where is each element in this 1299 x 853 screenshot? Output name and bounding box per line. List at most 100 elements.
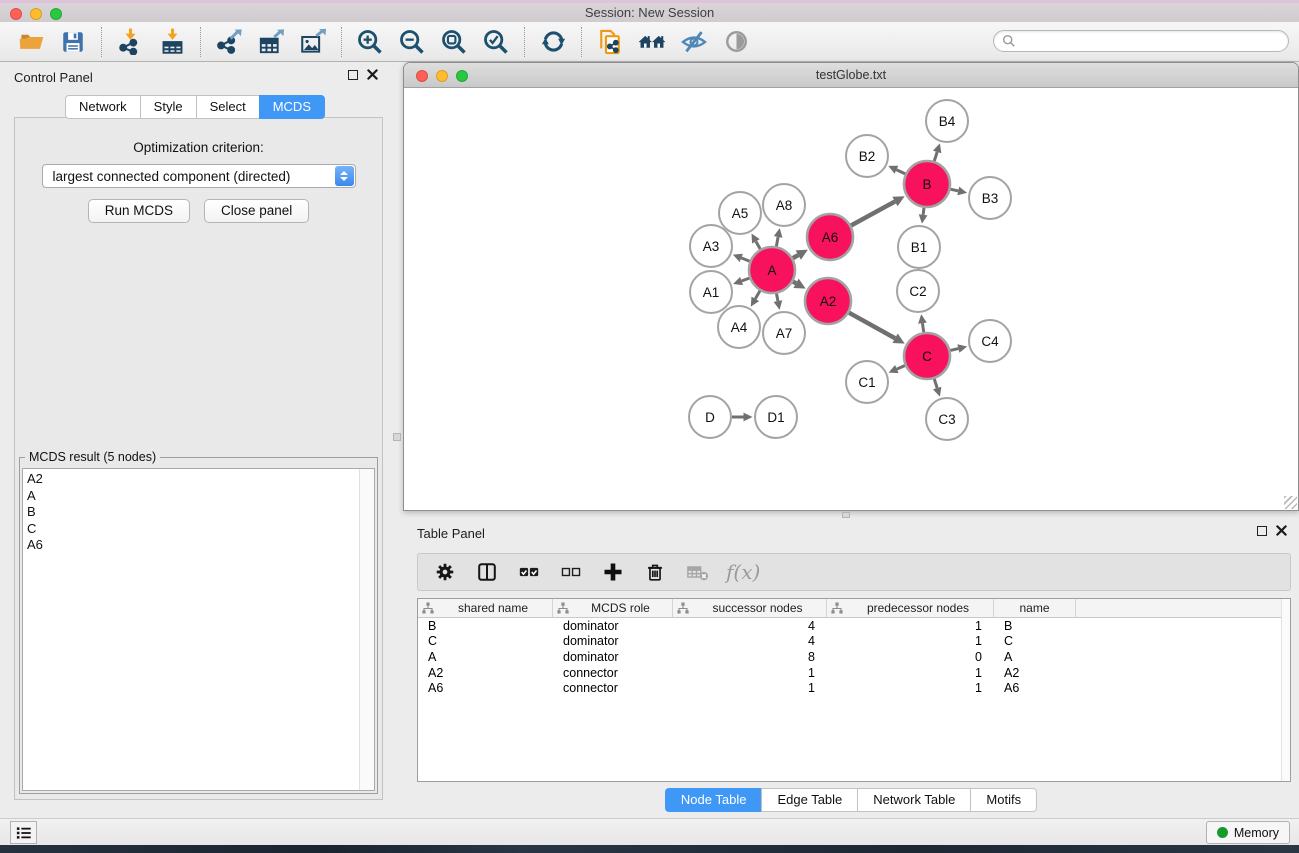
mcds-result-item[interactable]: C [23, 521, 374, 538]
tab-node-table[interactable]: Node Table [665, 788, 762, 812]
table-row[interactable]: Bdominator41B [418, 618, 1290, 634]
network-zoom-button[interactable] [456, 70, 468, 82]
show-column-panel-button[interactable] [474, 559, 500, 585]
refresh-layout-button[interactable] [532, 25, 574, 59]
select-all-button[interactable] [516, 559, 542, 585]
graph-edge[interactable] [897, 366, 905, 370]
network-close-button[interactable] [416, 70, 428, 82]
graph-edge[interactable] [950, 189, 958, 191]
mcds-list-scrollbar[interactable] [359, 469, 374, 790]
clone-network-button[interactable] [589, 25, 631, 59]
mcds-result-item[interactable]: A6 [23, 537, 374, 554]
close-panel-button[interactable]: Close panel [204, 199, 309, 223]
memory-button[interactable]: Memory [1206, 821, 1290, 844]
toolbar-separator [581, 27, 582, 57]
graph-edge[interactable] [776, 294, 777, 301]
column-header[interactable]: MCDS role [553, 599, 673, 617]
table-cell: 8 [673, 650, 827, 664]
open-session-button[interactable] [10, 25, 52, 59]
graph-edge[interactable] [950, 349, 958, 351]
hide-graphics-details-button[interactable] [673, 25, 715, 59]
import-network-button[interactable] [109, 25, 151, 59]
graph-edge[interactable] [756, 241, 760, 249]
close-window-button[interactable] [10, 8, 22, 20]
export-table-button[interactable] [250, 25, 292, 59]
column-header[interactable]: name [994, 599, 1076, 617]
graph-edge[interactable] [934, 152, 937, 161]
delete-table-button[interactable] [684, 559, 710, 585]
graph-edge[interactable] [793, 255, 798, 258]
zoom-in-button[interactable] [349, 25, 391, 59]
table-cell: A2 [994, 666, 1076, 680]
vertical-split-handle[interactable] [393, 433, 401, 441]
graph-edge[interactable] [923, 208, 924, 215]
tab-motifs[interactable]: Motifs [970, 788, 1037, 812]
close-panel-icon[interactable] [367, 69, 378, 80]
tab-edge-table[interactable]: Edge Table [761, 788, 857, 812]
graph-node-label: A2 [820, 294, 837, 309]
tab-network[interactable]: Network [65, 95, 140, 119]
graph-edge[interactable] [849, 313, 895, 339]
zoom-selected-button[interactable] [475, 25, 517, 59]
control-panel: Control Panel Network Style Select MCDS … [0, 62, 390, 818]
float-panel-icon[interactable] [348, 70, 358, 80]
table-row[interactable]: A6connector11A6 [418, 680, 1290, 696]
tab-mcds[interactable]: MCDS [259, 95, 325, 119]
table-cell: dominator [553, 650, 673, 664]
network-minimize-button[interactable] [436, 70, 448, 82]
show-graphics-details-button[interactable] [715, 25, 757, 59]
run-mcds-button[interactable]: Run MCDS [88, 199, 190, 223]
search-input[interactable] [1016, 34, 1288, 48]
show-all-networks-button[interactable] [631, 25, 673, 59]
graph-edge[interactable] [755, 291, 760, 299]
graph-edge[interactable] [851, 202, 895, 226]
mcds-result-item[interactable]: A2 [23, 471, 374, 488]
save-session-button[interactable] [52, 25, 94, 59]
graph-edge-arrowhead [918, 314, 927, 324]
column-hierarchy-icon [677, 602, 689, 614]
column-panel-icon [476, 561, 498, 583]
graph-edge[interactable] [742, 278, 750, 281]
network-canvas[interactable]: AA1A2A3A4A5A6A7A8BB1B2B3B4CC1C2C3C4DD1 [404, 88, 1298, 510]
table-row[interactable]: Adominator80A [418, 649, 1290, 665]
column-header[interactable]: predecessor nodes [827, 599, 994, 617]
export-network-button[interactable] [208, 25, 250, 59]
graph-edge[interactable] [793, 282, 796, 284]
tab-style[interactable]: Style [140, 95, 196, 119]
import-table-button[interactable] [151, 25, 193, 59]
function-builder-button[interactable]: f(x) [726, 560, 760, 584]
zoom-fit-button[interactable] [433, 25, 475, 59]
export-image-button[interactable] [292, 25, 334, 59]
minimize-window-button[interactable] [30, 8, 42, 20]
add-column-button[interactable] [600, 559, 626, 585]
show-task-history-button[interactable] [10, 821, 37, 844]
graph-edge-arrowhead [733, 277, 743, 285]
optimization-criterion-select[interactable]: largest connected component (directed) [42, 164, 356, 188]
mcds-result-item[interactable]: A [23, 488, 374, 505]
table-scrollbar[interactable] [1281, 599, 1290, 781]
mcds-result-item[interactable]: B [23, 504, 374, 521]
graph-edge[interactable] [896, 170, 905, 174]
zoom-out-button[interactable] [391, 25, 433, 59]
float-panel-icon[interactable] [1257, 526, 1267, 536]
table-row[interactable]: Cdominator41C [418, 634, 1290, 650]
graph-edge[interactable] [776, 237, 778, 246]
tab-select[interactable]: Select [196, 95, 259, 119]
table-cell: 4 [673, 619, 827, 633]
graph-edge[interactable] [741, 258, 749, 261]
column-header[interactable]: successor nodes [673, 599, 827, 617]
close-panel-icon[interactable] [1276, 525, 1287, 536]
graph-edge[interactable] [934, 379, 937, 388]
contrast-eye-icon [723, 28, 750, 55]
zoom-window-button[interactable] [50, 8, 62, 20]
memory-status-dot-icon [1217, 827, 1228, 838]
column-header[interactable]: shared name [418, 599, 553, 617]
graph-edge[interactable] [922, 323, 923, 332]
table-row[interactable]: A2connector11A2 [418, 665, 1290, 681]
graph-edge-arrowhead [774, 300, 783, 310]
unselect-all-button[interactable] [558, 559, 584, 585]
tab-network-table[interactable]: Network Table [857, 788, 970, 812]
table-settings-button[interactable] [432, 559, 458, 585]
delete-column-button[interactable] [642, 559, 668, 585]
window-resize-grip[interactable] [1284, 496, 1297, 509]
